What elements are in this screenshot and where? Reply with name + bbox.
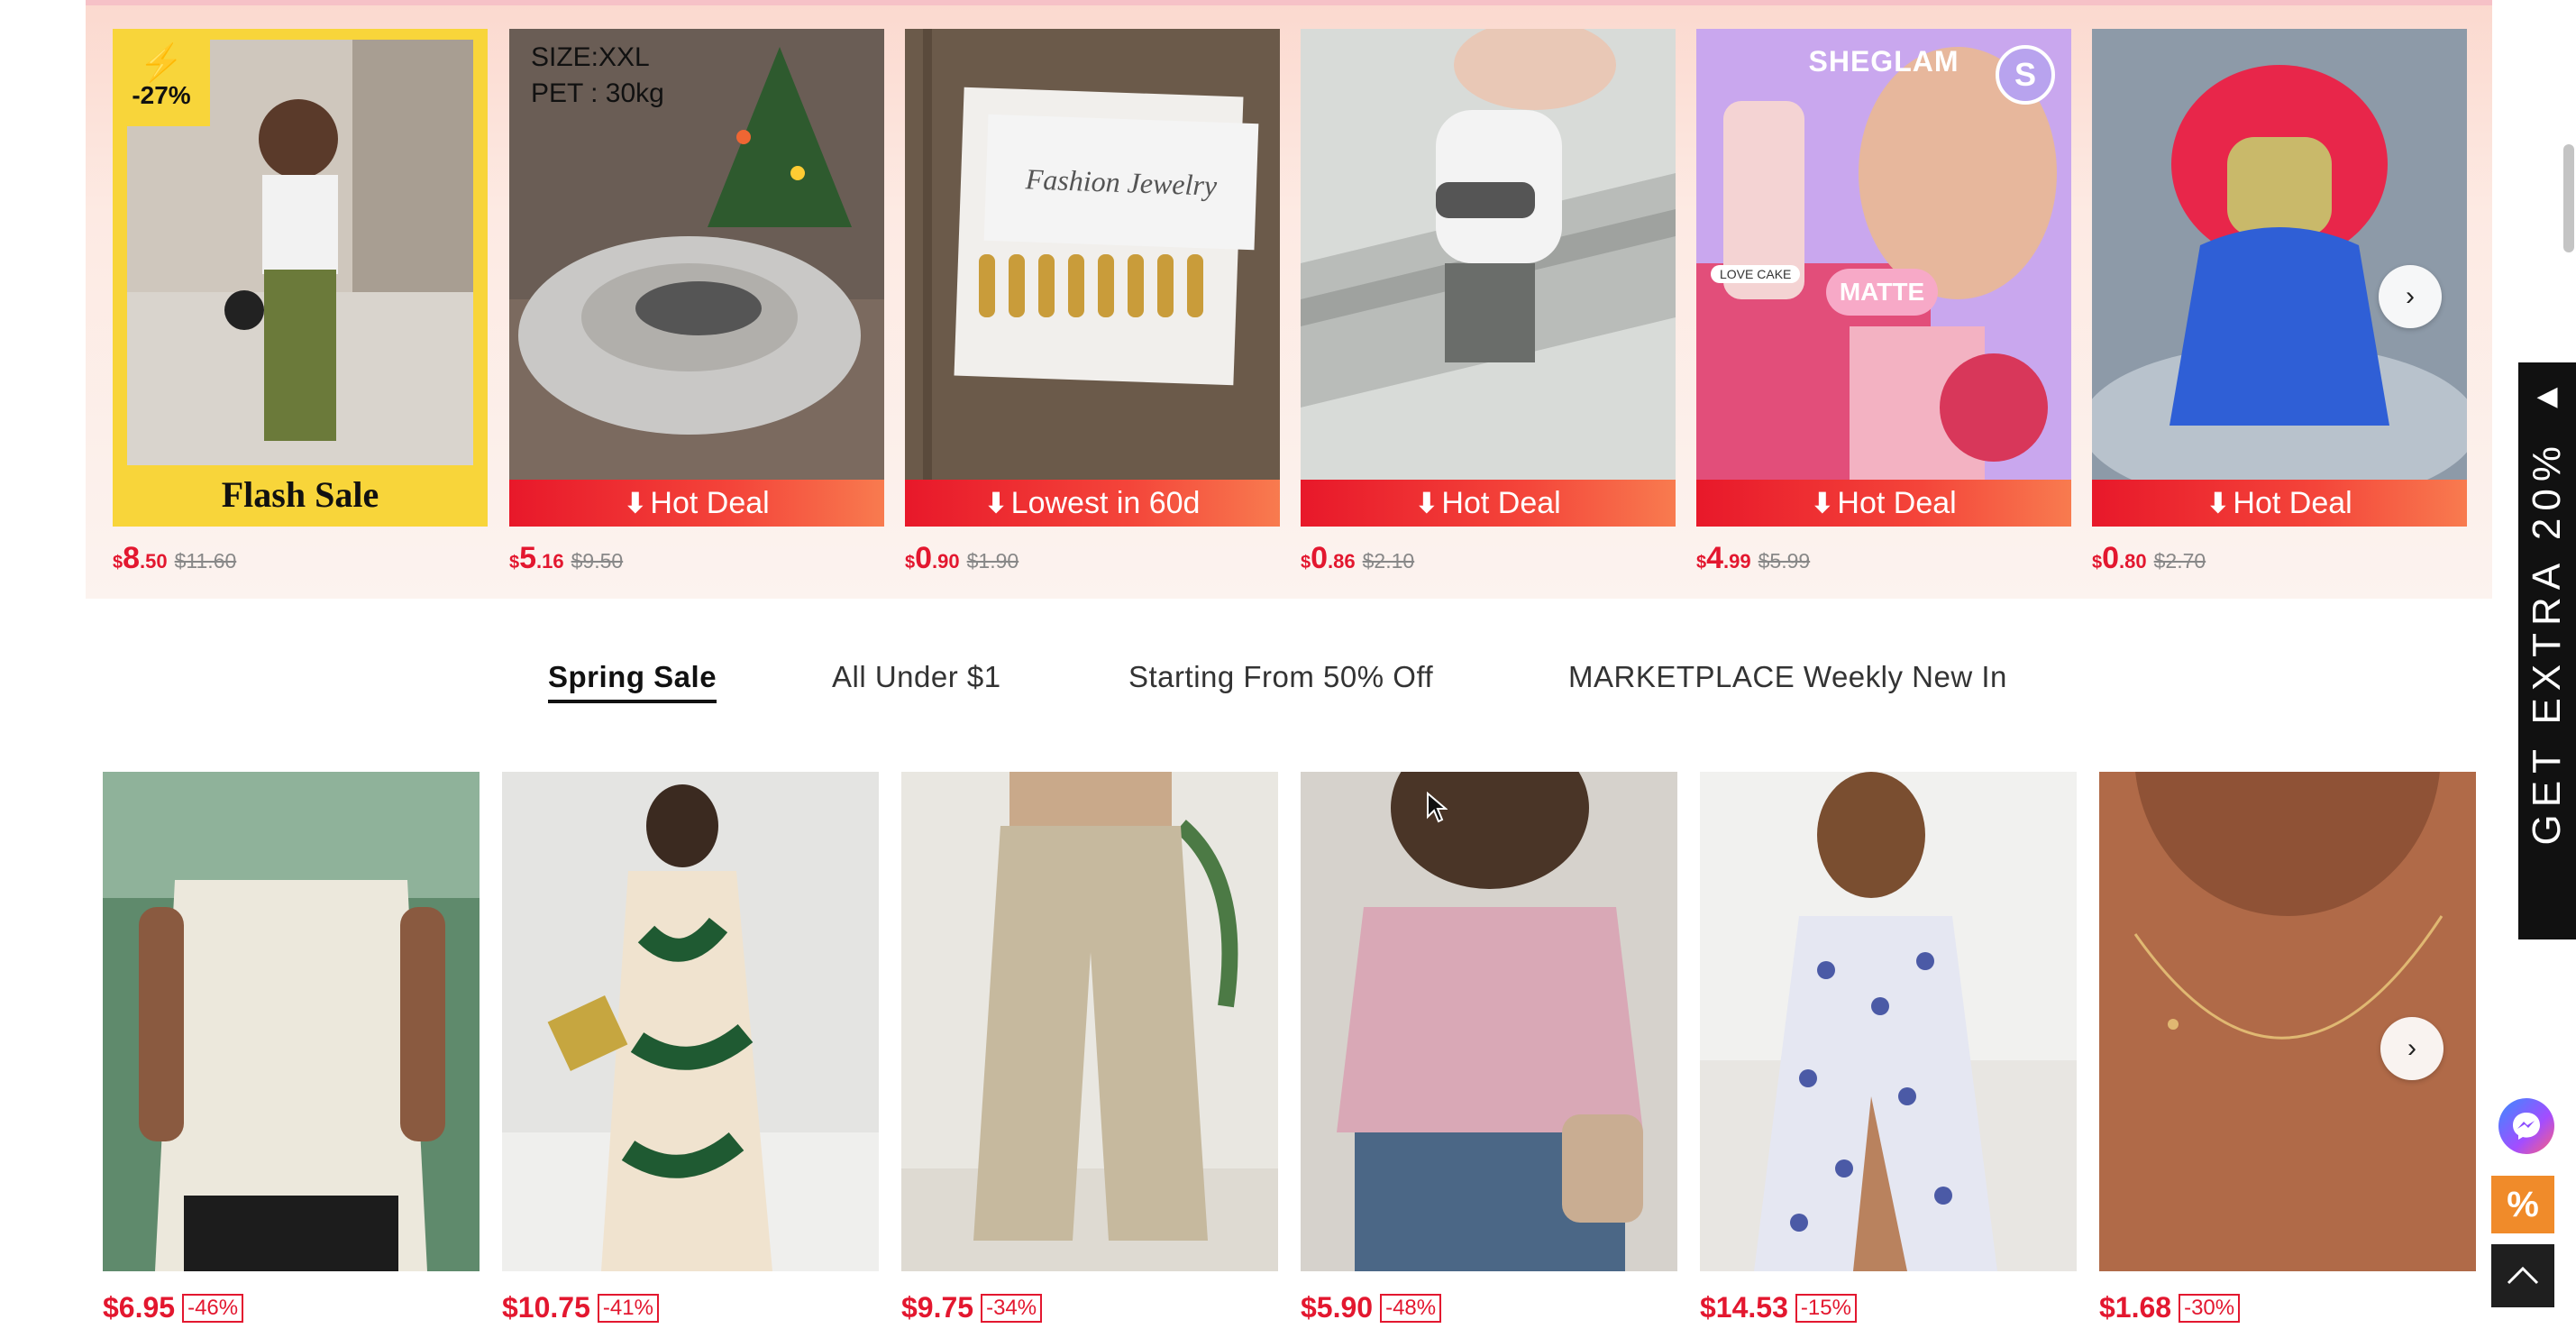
- deal-price: $5.16 $9.50: [509, 541, 624, 575]
- deal-price: $0.90 $1.90: [905, 541, 1019, 575]
- jewelry-card-text: Fashion Jewelry: [983, 114, 1259, 251]
- deal-card-microwave-cleaner[interactable]: › ⬇ Hot Deal $0.80 $2.70: [2092, 29, 2467, 576]
- deal-image[interactable]: Fashion Jewelry: [905, 29, 1280, 480]
- product-card[interactable]: $10.75 -41%: [502, 772, 879, 1324]
- deal-image[interactable]: Flash Sale ⚡ -27%: [113, 29, 488, 527]
- deal-card-cleaning-brush[interactable]: ⬇ Hot Deal $0.86 $2.10: [1301, 29, 1676, 576]
- old-price: $2.10: [1362, 549, 1415, 573]
- jumpsuit-photo: [502, 772, 879, 1271]
- deals-panel: Flash Sale ⚡ -27% $8.50 $11.60 SIZE:XXL …: [86, 0, 2492, 599]
- cursor-arrow-icon: [1427, 791, 1448, 823]
- mens-shirt-photo: [103, 772, 480, 1271]
- product-image[interactable]: ›: [2099, 772, 2476, 1271]
- deal-price: $0.80 $2.70: [2092, 541, 2206, 575]
- old-price: $5.99: [1758, 549, 1811, 573]
- size-tag: SIZE:XXL PET : 30kg: [531, 42, 664, 108]
- tab-spring-sale[interactable]: Spring Sale: [548, 660, 717, 703]
- shade-chip: LOVE CAKE: [1711, 265, 1801, 283]
- deal-card-flash-sale[interactable]: Flash Sale ⚡ -27% $8.50 $11.60: [113, 29, 488, 576]
- deal-image[interactable]: ›: [2092, 29, 2467, 480]
- down-arrow-icon: ⬇: [624, 488, 647, 518]
- finish-chip: MATTE: [1826, 269, 1938, 316]
- down-arrow-icon: ⬇: [984, 488, 1008, 518]
- deal-price: $4.99 $5.99: [1696, 541, 1811, 575]
- product-image[interactable]: [103, 772, 480, 1271]
- cleaning-brush-photo: [1301, 29, 1676, 480]
- product-price: $1.68 -30%: [2099, 1291, 2476, 1324]
- floral-dress-photo: [1700, 772, 2077, 1271]
- tab-all-under-1[interactable]: All Under $1: [832, 660, 1001, 694]
- old-price: $9.50: [571, 549, 624, 573]
- messenger-button[interactable]: [2498, 1098, 2554, 1154]
- lowest-price-bar: ⬇ Lowest in 60d: [905, 480, 1280, 527]
- product-image[interactable]: [1700, 772, 2077, 1271]
- product-price: $14.53 -15%: [1700, 1291, 2077, 1324]
- scrollbar-thumb[interactable]: [2563, 144, 2574, 252]
- old-price: $2.70: [2153, 549, 2206, 573]
- category-tabs: Spring Sale All Under $1 Starting From 5…: [0, 660, 2576, 723]
- chevron-right-icon: ›: [2407, 1033, 2416, 1063]
- deal-image[interactable]: SHEGLAM S LOVE CAKE MATTE: [1696, 29, 2071, 480]
- product-price: $5.90 -48%: [1301, 1291, 1677, 1324]
- microwave-cleaner-photo: [2092, 29, 2467, 480]
- deal-card-pet-bed[interactable]: SIZE:XXL PET : 30kg ⬇ Hot Deal $5.16 $9.5…: [509, 29, 884, 576]
- hot-deal-bar: ⬇ Hot Deal: [1696, 480, 2071, 527]
- deal-card-earrings[interactable]: Fashion Jewelry ⬇ Lowest in 60d $0.90 $1.…: [905, 29, 1280, 576]
- discount-tag: -46%: [182, 1293, 244, 1323]
- percent-icon: %: [2507, 1184, 2539, 1224]
- extra-discount-text: GET EXTRA 20%: [2525, 439, 2569, 846]
- product-price: $9.75 -34%: [901, 1291, 1278, 1324]
- deal-price: $8.50 $11.60: [113, 541, 237, 575]
- discount-badge: ⚡ -27%: [113, 29, 210, 126]
- discount-tag: -15%: [1795, 1293, 1857, 1323]
- discount-tag: -30%: [2179, 1293, 2241, 1323]
- product-price: $10.75 -41%: [502, 1291, 879, 1324]
- carousel-next-button[interactable]: ›: [2379, 265, 2442, 328]
- hot-deal-bar: ⬇ Hot Deal: [2092, 480, 2467, 527]
- old-price: $11.60: [174, 549, 237, 573]
- carousel-next-button[interactable]: ›: [2380, 1017, 2444, 1080]
- product-card[interactable]: $14.53 -15%: [1700, 772, 2077, 1324]
- hot-deal-bar: ⬇ Hot Deal: [1301, 480, 1676, 527]
- back-to-top-button[interactable]: [2491, 1244, 2554, 1307]
- tab-marketplace-weekly-new-in[interactable]: MARKETPLACE Weekly New In: [1568, 660, 2007, 694]
- messenger-icon: [2513, 1113, 2540, 1140]
- product-image[interactable]: [502, 772, 879, 1271]
- hot-deal-bar: ⬇ Hot Deal: [509, 480, 884, 527]
- brand-logo: S: [1996, 45, 2055, 105]
- lightning-icon: ⚡: [139, 43, 184, 83]
- get-extra-discount-banner[interactable]: ◀ GET EXTRA 20%: [2518, 362, 2576, 939]
- product-price: $6.95 -46%: [103, 1291, 480, 1324]
- product-card[interactable]: $5.90 -48%: [1301, 772, 1677, 1324]
- pink-blouse-photo: [1301, 772, 1677, 1271]
- chevron-right-icon: ›: [2406, 281, 2415, 311]
- earrings-photo: [905, 29, 1280, 480]
- flash-sale-label: Flash Sale: [221, 474, 379, 515]
- deal-image[interactable]: [1301, 29, 1676, 480]
- product-card[interactable]: › $1.68 -30%: [2099, 772, 2476, 1324]
- product-card[interactable]: $9.75 -34%: [901, 772, 1278, 1324]
- product-card[interactable]: $6.95 -46%: [103, 772, 480, 1324]
- chevron-up-icon: [2507, 1266, 2539, 1285]
- down-arrow-icon: ⬇: [2206, 488, 2230, 518]
- triangle-left-icon[interactable]: ◀: [2536, 380, 2557, 412]
- deal-image[interactable]: SIZE:XXL PET : 30kg: [509, 29, 884, 480]
- deal-card-sheglam[interactable]: SHEGLAM S LOVE CAKE MATTE ⬇ Hot Deal $4.9…: [1696, 29, 2071, 576]
- discount-tag: -41%: [597, 1293, 659, 1323]
- wide-leg-pants-photo: [901, 772, 1278, 1271]
- old-price: $1.90: [966, 549, 1019, 573]
- discount-tag: -34%: [981, 1293, 1043, 1323]
- coupon-button[interactable]: %: [2491, 1176, 2554, 1233]
- product-image[interactable]: [901, 772, 1278, 1271]
- product-image[interactable]: [1301, 772, 1677, 1271]
- down-arrow-icon: ⬇: [1811, 488, 1834, 518]
- deal-price: $0.86 $2.10: [1301, 541, 1415, 575]
- discount-tag: -48%: [1380, 1293, 1442, 1323]
- tab-starting-from-50-off[interactable]: Starting From 50% Off: [1128, 660, 1433, 694]
- down-arrow-icon: ⬇: [1415, 488, 1439, 518]
